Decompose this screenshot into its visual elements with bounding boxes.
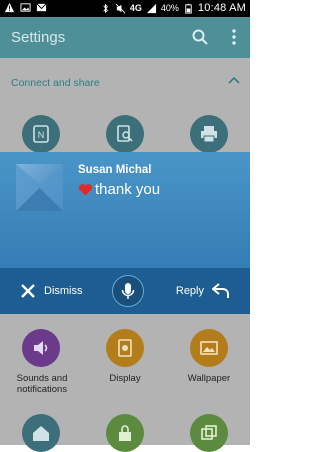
speaker-icon [34, 341, 48, 355]
microphone-icon [121, 283, 135, 299]
tile-label-display: Display [109, 373, 141, 384]
battery-icon [185, 3, 192, 14]
wallpaper-tile[interactable] [190, 329, 228, 367]
notification-actions: Dismiss Reply [0, 268, 250, 314]
wallpaper-icon [200, 341, 218, 355]
lockscreen-tile[interactable] [106, 414, 144, 452]
dismiss-label: Dismiss [44, 285, 83, 297]
search-device-icon [117, 125, 133, 142]
sounds-tile[interactable] [22, 329, 60, 367]
lock-icon [119, 425, 131, 441]
voice-input-button[interactable] [112, 275, 144, 307]
dismiss-button[interactable]: Dismiss [20, 281, 83, 301]
message-notification[interactable]: Susan Michal thank you Dismiss Reply [0, 152, 250, 314]
signal-icon [146, 3, 156, 13]
avatar [16, 164, 63, 211]
warning-icon [4, 2, 15, 13]
printer-icon [201, 126, 217, 143]
battery-percent: 40% [160, 3, 179, 13]
heart-icon [78, 183, 93, 196]
reply-icon [212, 283, 229, 298]
home-gear-icon [33, 426, 49, 441]
network-indicator: 4G [129, 3, 142, 13]
sender-name: Susan Michal [78, 164, 152, 176]
app-bar: Settings [0, 17, 250, 58]
reply-label: Reply [175, 285, 204, 297]
multiwindow-tile[interactable] [190, 414, 228, 452]
bluetooth-icon [103, 3, 108, 13]
printing-tile[interactable] [190, 115, 228, 153]
mute-icon [115, 3, 126, 13]
section-title: Connect and share [11, 77, 100, 89]
message-text: thank you [95, 181, 161, 198]
display-icon [118, 339, 132, 357]
envelope-icon [16, 164, 63, 211]
search-icon[interactable] [192, 29, 208, 45]
close-icon [21, 284, 35, 298]
clock: 10:48 AM [197, 2, 246, 14]
page-title: Settings [11, 29, 66, 46]
nfc-tile[interactable]: N [22, 115, 60, 153]
tile-label-sounds: Sounds and notifications [16, 373, 68, 395]
reply-button[interactable]: Reply [176, 281, 230, 301]
chevron-up-icon[interactable] [228, 76, 240, 84]
themes-tile[interactable] [22, 414, 60, 452]
nfc-icon: N [33, 125, 49, 143]
message-text-row: thank you [78, 181, 160, 198]
more-options-icon[interactable] [230, 28, 238, 46]
tile-label-wallpaper: Wallpaper [187, 373, 231, 384]
display-tile[interactable] [106, 329, 144, 367]
svg-text:N: N [38, 130, 45, 140]
nearby-device-tile[interactable] [106, 115, 144, 153]
image-icon [20, 3, 31, 12]
mail-icon [36, 3, 47, 12]
multi-window-icon [201, 425, 217, 440]
status-bar: 4G 40% 10:48 AM [0, 0, 250, 17]
